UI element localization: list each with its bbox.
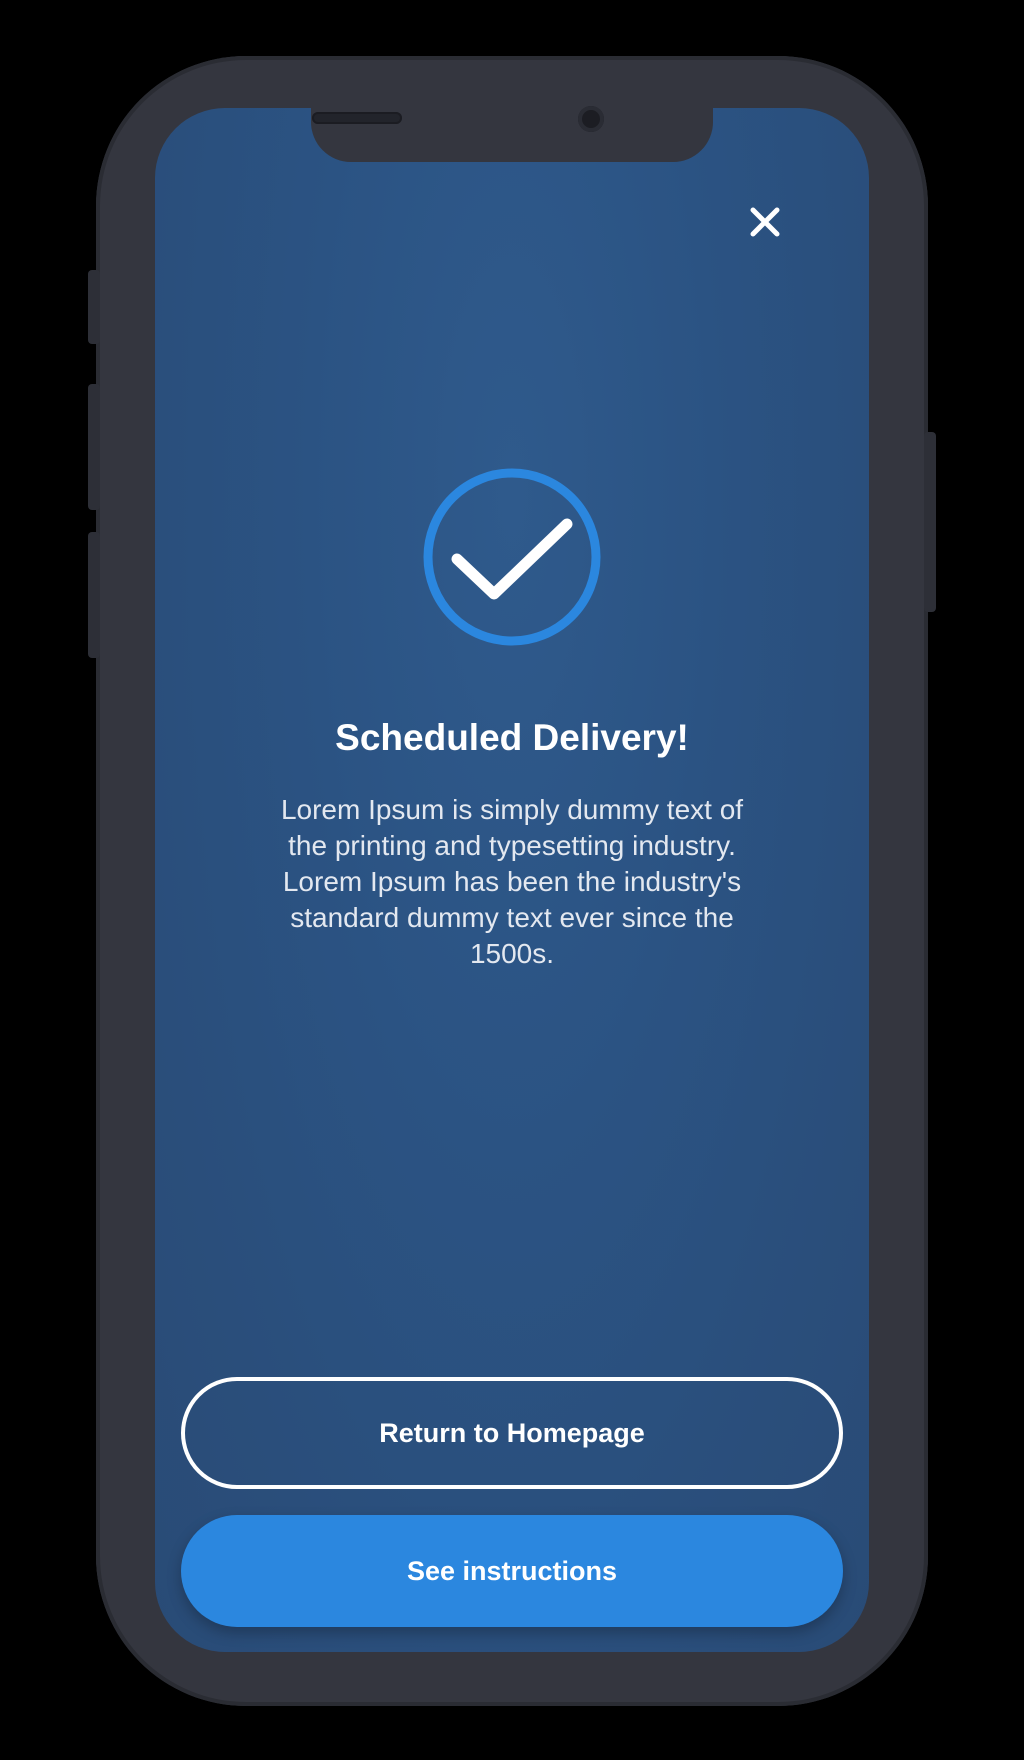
earpiece-speaker [312, 112, 402, 124]
volume-up-button [88, 384, 100, 510]
power-button [924, 432, 936, 612]
see-instructions-button[interactable]: See instructions [181, 1515, 843, 1627]
close-icon [750, 207, 780, 237]
close-button[interactable] [735, 192, 795, 252]
app-screen: Scheduled Delivery! Lorem Ipsum is simpl… [155, 108, 869, 1652]
volume-down-button [88, 532, 100, 658]
check-circle-icon [421, 466, 603, 648]
see-instructions-label: See instructions [406, 1555, 618, 1586]
return-to-homepage-label: Return to Homepage [379, 1417, 645, 1448]
modal-title: Scheduled Delivery! [335, 717, 689, 758]
return-to-homepage-button[interactable]: Return to Homepage [181, 1377, 843, 1489]
front-camera [578, 106, 604, 132]
mute-switch [88, 270, 100, 344]
modal-message: Lorem Ipsum is simply dummy text of the … [280, 794, 744, 969]
